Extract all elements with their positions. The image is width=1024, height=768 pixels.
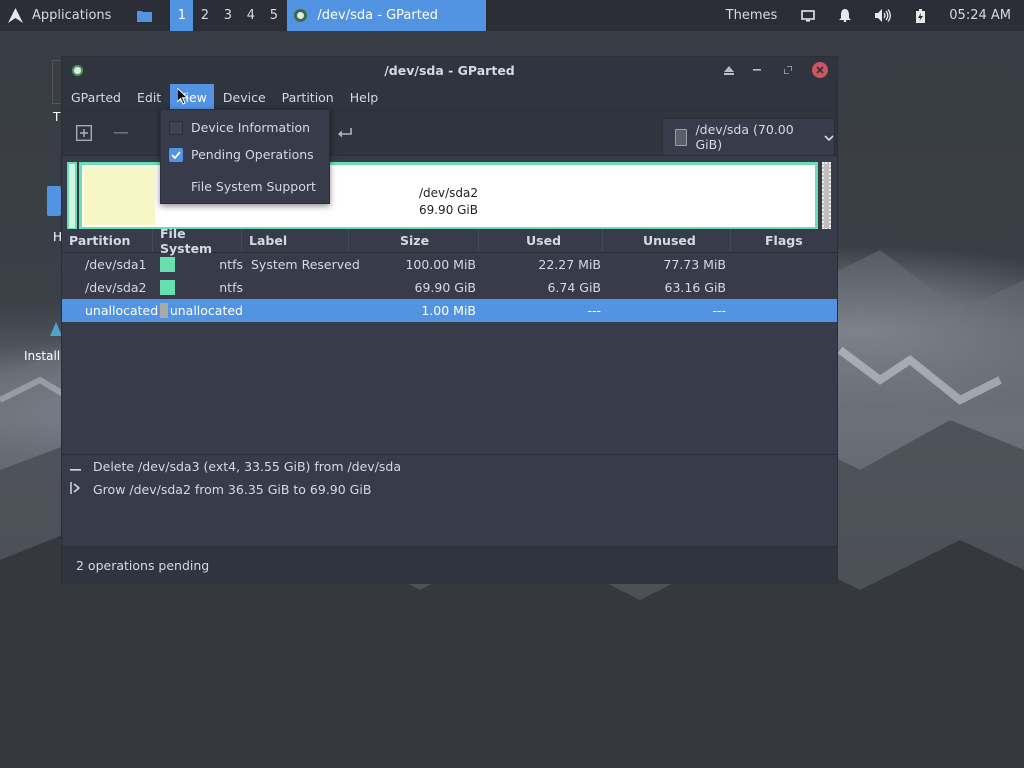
- cell-size: 1.00 MiB: [421, 303, 476, 318]
- fs-color-swatch: [160, 257, 175, 272]
- cell-filesystem: ntfs: [219, 257, 243, 272]
- cell-partition: unallocated: [85, 303, 159, 318]
- cell-unused: 77.73 MiB: [663, 257, 726, 272]
- operation-text: Delete /dev/sda3 (ext4, 33.55 GiB) from …: [93, 459, 402, 474]
- col-partition[interactable]: Partition: [62, 229, 153, 252]
- display-icon[interactable]: [801, 9, 816, 22]
- gparted-icon: [294, 9, 308, 22]
- col-used[interactable]: Used: [479, 229, 603, 252]
- arch-logo-icon: [8, 8, 23, 23]
- status-text: 2 operations pending: [76, 558, 210, 573]
- desktop-drive-icon[interactable]: [47, 186, 61, 216]
- mouse-cursor-icon: [177, 88, 189, 105]
- menu-device[interactable]: Device: [216, 84, 273, 110]
- cell-label: [243, 299, 389, 322]
- pending-operation[interactable]: Grow /dev/sda2 from 36.35 GiB to 69.90 G…: [62, 478, 837, 501]
- cell-label: [243, 276, 389, 299]
- diskmap-unallocated[interactable]: [822, 162, 831, 230]
- workspace-3[interactable]: 3: [216, 0, 239, 31]
- cell-partition: /dev/sda1: [85, 257, 147, 272]
- table-row-selected[interactable]: unallocated unallocated 1.00 MiB --- ---: [62, 299, 837, 322]
- window-eject-icon[interactable]: [721, 62, 737, 78]
- minimize-icon[interactable]: [749, 62, 765, 78]
- cell-used: 6.74 GiB: [547, 280, 601, 295]
- fs-color-swatch: [160, 280, 175, 295]
- menu-gparted[interactable]: GParted: [64, 84, 128, 110]
- status-bar: 2 operations pending: [62, 546, 837, 584]
- table-row[interactable]: /dev/sda1 ntfs System Reserved 100.00 Mi…: [62, 253, 837, 276]
- file-manager-icon[interactable]: [137, 10, 153, 22]
- clock[interactable]: 05:24 AM: [949, 8, 1011, 23]
- harddisk-icon: [675, 128, 688, 146]
- col-size[interactable]: Size: [349, 229, 479, 252]
- cell-unused: ---: [712, 303, 726, 318]
- workspace-switcher: 1 2 3 4 5: [170, 0, 285, 31]
- cell-used: 22.27 MiB: [538, 257, 601, 272]
- view-menu-dropdown: Device Information Pending Operations Fi…: [160, 109, 330, 204]
- operation-text: Grow /dev/sda2 from 36.35 GiB to 69.90 G…: [93, 482, 372, 497]
- applications-label: Applications: [32, 8, 112, 23]
- menu-help[interactable]: Help: [343, 84, 386, 110]
- pending-operations-pane: Delete /dev/sda3 (ext4, 33.55 GiB) from …: [62, 454, 837, 546]
- volume-icon[interactable]: [875, 9, 892, 22]
- cell-size: 100.00 MiB: [405, 257, 476, 272]
- col-filesystem[interactable]: File System: [153, 226, 242, 256]
- close-icon[interactable]: [812, 62, 828, 78]
- desktop-install-label[interactable]: Install: [24, 349, 60, 363]
- cell-flags: [726, 299, 826, 322]
- battery-icon[interactable]: [916, 8, 926, 23]
- taskbar-title: /dev/sda - GParted: [317, 8, 439, 23]
- menu-item-pending-operations[interactable]: Pending Operations: [161, 141, 329, 168]
- checkbox-unchecked-icon: [169, 120, 183, 135]
- cell-flags: [726, 253, 826, 276]
- top-panel: Applications 1 2 3 4 5 /dev/sda - GParte…: [0, 0, 1024, 31]
- apply-operations-icon[interactable]: [335, 123, 355, 143]
- cell-flags: [726, 276, 826, 299]
- workspace-4[interactable]: 4: [239, 0, 262, 31]
- cell-size: 69.90 GiB: [414, 280, 477, 295]
- checkbox-checked-icon: [169, 147, 183, 162]
- fs-color-swatch: [160, 303, 168, 318]
- cell-partition: /dev/sda2: [85, 280, 147, 295]
- table-header: Partition File System Label Size Used Un…: [62, 226, 837, 256]
- menu-item-label: Device Information: [191, 120, 311, 135]
- cell-label: System Reserved: [251, 257, 360, 272]
- menu-item-device-information[interactable]: Device Information: [161, 114, 329, 141]
- table-row[interactable]: /dev/sda2 ntfs 69.90 GiB 6.74 GiB 63.16 …: [62, 276, 837, 299]
- diskmap-sda2-size: 69.90 GiB: [418, 203, 479, 217]
- cell-filesystem: ntfs: [219, 280, 243, 295]
- col-label[interactable]: Label: [242, 229, 349, 252]
- device-selector-label: /dev/sda (70.00 GiB): [695, 122, 794, 152]
- themes-button[interactable]: Themes: [726, 8, 778, 23]
- maximize-icon[interactable]: [780, 62, 796, 78]
- menu-edit[interactable]: Edit: [130, 84, 168, 110]
- applications-menu[interactable]: Applications: [0, 0, 111, 31]
- menu-item-file-system-support[interactable]: File System Support: [161, 173, 329, 200]
- col-unused[interactable]: Unused: [603, 229, 731, 252]
- partition-table: Partition File System Label Size Used Un…: [62, 226, 837, 452]
- col-flags[interactable]: Flags: [731, 229, 837, 252]
- cell-unused: 63.16 GiB: [664, 280, 727, 295]
- notifications-bell-icon[interactable]: [839, 9, 852, 22]
- cell-used: ---: [587, 303, 601, 318]
- grow-icon: [68, 482, 82, 497]
- chevron-down-icon: [824, 130, 834, 145]
- cell-filesystem: unallocated: [169, 303, 243, 318]
- menu-partition[interactable]: Partition: [275, 84, 341, 110]
- taskbar-gparted-button[interactable]: /dev/sda - GParted: [287, 0, 487, 31]
- pending-operation[interactable]: Delete /dev/sda3 (ext4, 33.55 GiB) from …: [62, 455, 837, 478]
- delete-partition-icon[interactable]: [111, 123, 131, 143]
- diskmap-sda1[interactable]: [67, 162, 77, 230]
- workspace-2[interactable]: 2: [193, 0, 216, 31]
- device-selector[interactable]: /dev/sda (70.00 GiB): [662, 118, 835, 156]
- workspace-5[interactable]: 5: [262, 0, 285, 31]
- delete-icon: [68, 460, 82, 474]
- desktop-icon-label[interactable]: T: [53, 110, 60, 124]
- new-partition-icon[interactable]: [74, 123, 94, 143]
- menu-item-label: Pending Operations: [191, 147, 314, 162]
- window-titlebar[interactable]: /dev/sda - GParted: [62, 57, 837, 84]
- workspace-1[interactable]: 1: [170, 0, 194, 31]
- menu-item-label: File System Support: [191, 179, 316, 194]
